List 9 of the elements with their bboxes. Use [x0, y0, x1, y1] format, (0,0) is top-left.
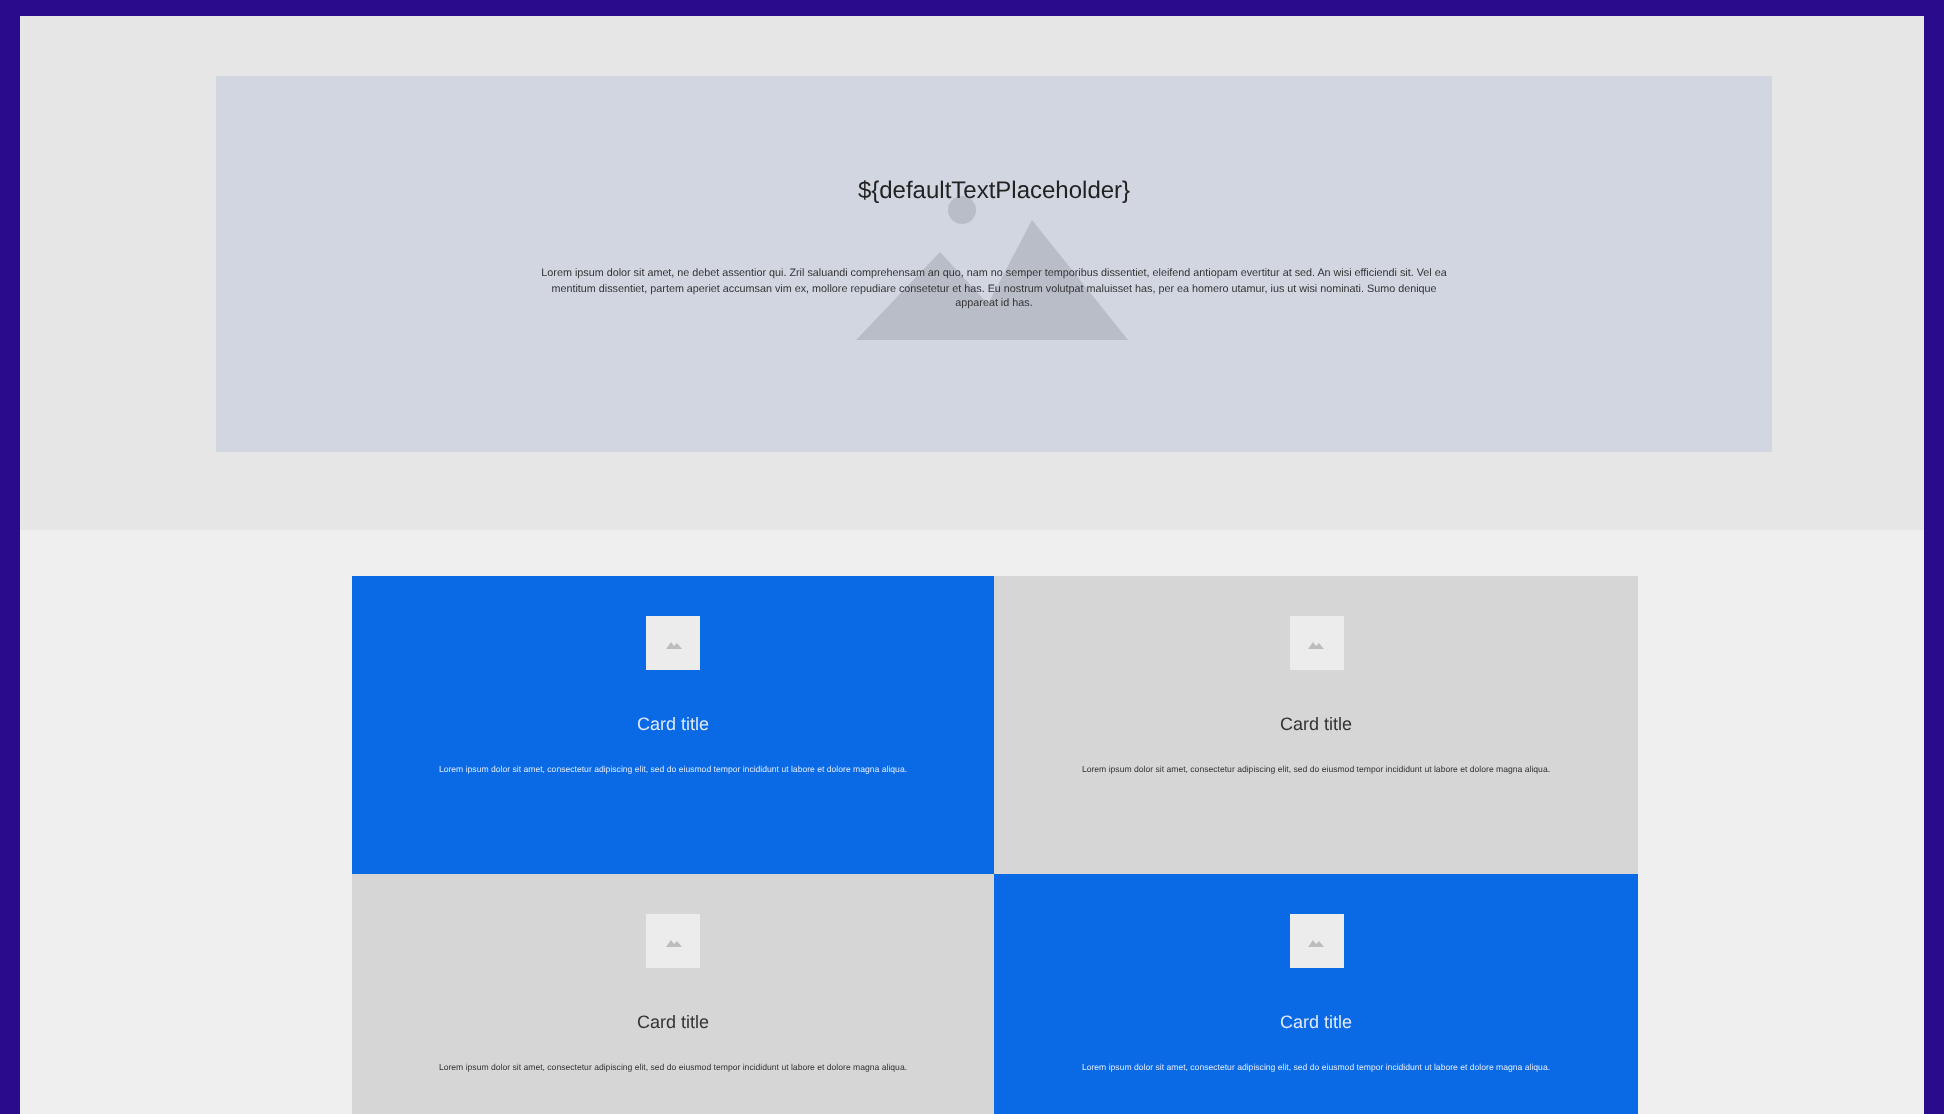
image-placeholder-icon: [1289, 616, 1343, 670]
card-title: Card title: [636, 714, 709, 734]
card-title: Card title: [636, 1012, 709, 1032]
hero-title: ${defaultTextPlaceholder}: [857, 176, 1131, 204]
image-placeholder-icon: [646, 616, 700, 670]
card-title: Card title: [1279, 1012, 1352, 1032]
card-title: Card title: [1279, 714, 1352, 734]
image-placeholder-icon: [646, 914, 700, 968]
image-placeholder-icon: [1289, 914, 1343, 968]
